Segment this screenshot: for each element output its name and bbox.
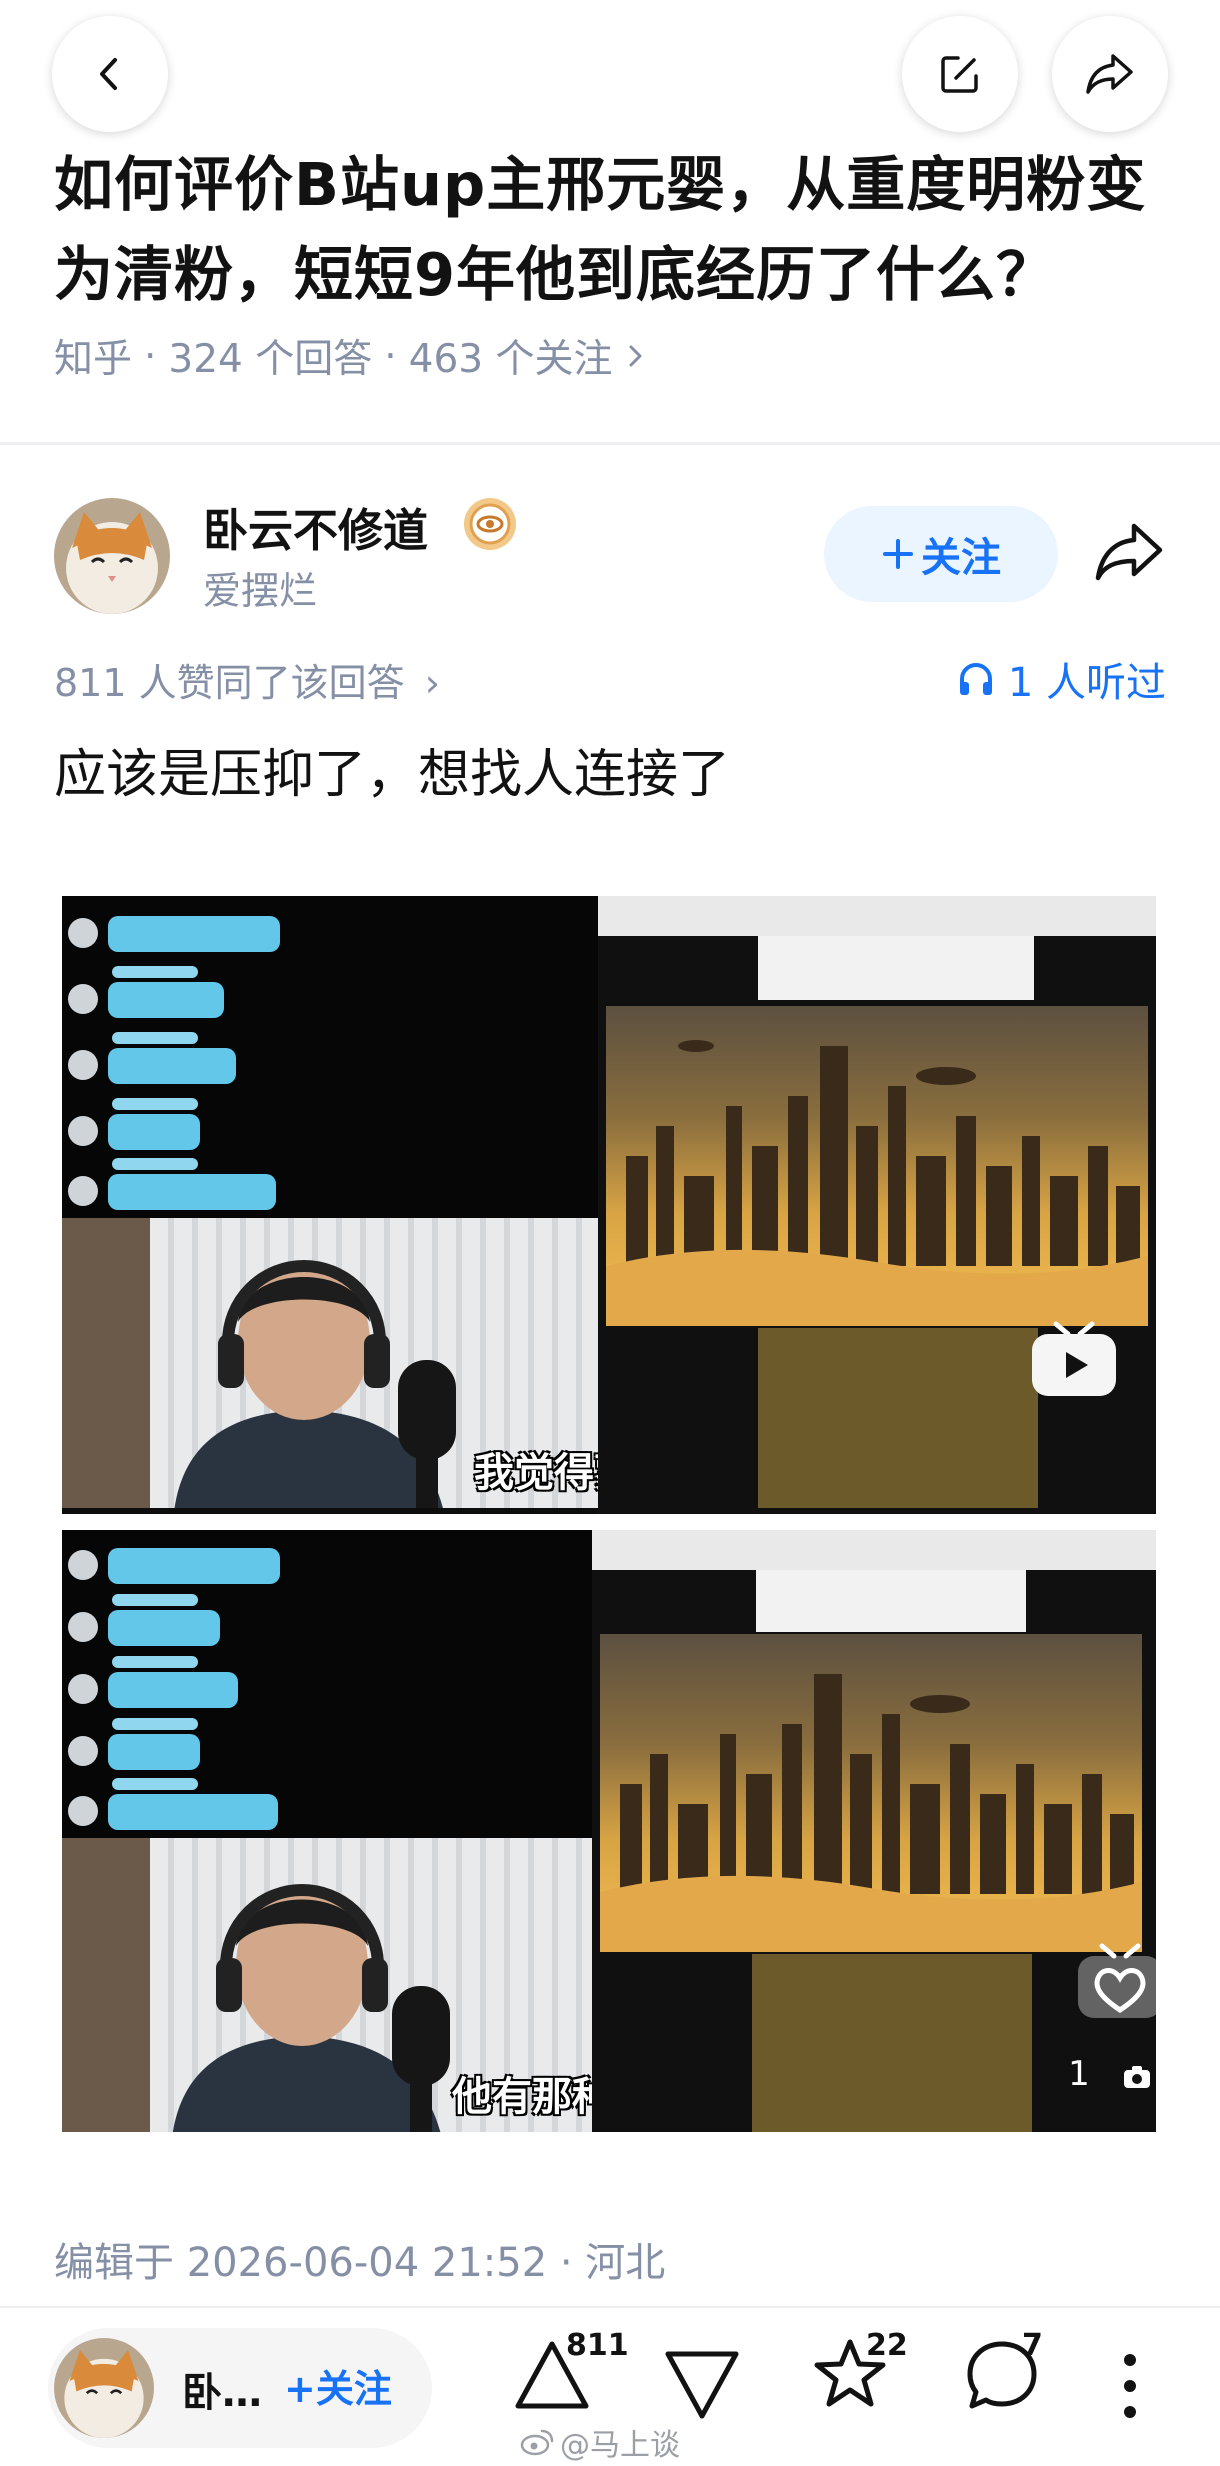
weibo-icon — [520, 2429, 554, 2456]
avatar[interactable] — [54, 498, 170, 614]
likes-summary[interactable]: 811 人赞同了该回答 › — [54, 652, 440, 707]
bottom-author-chip[interactable]: 卧… +关注 — [48, 2328, 432, 2448]
listen-status[interactable]: 1 人听过 — [956, 650, 1166, 708]
image-like-count: 1 — [1068, 2054, 1090, 2094]
section-divider — [0, 442, 1220, 445]
camera-icon[interactable] — [1122, 2064, 1152, 2090]
chevron-right-icon: › — [424, 661, 440, 705]
author-name[interactable]: 卧云不修道 — [203, 494, 428, 559]
city-scene-image — [600, 1634, 1142, 1952]
author-bio: 爱摆烂 — [203, 569, 318, 613]
edit-icon — [941, 56, 978, 93]
likes-text: 811 人赞同了该回答 — [54, 661, 405, 705]
meta-separator: · — [144, 333, 157, 379]
comment-button[interactable]: 7 — [962, 2328, 1043, 2418]
answer-text: 应该是压抑了，想找人连接了 — [54, 745, 731, 805]
bottom-author-name: 卧… — [182, 2370, 262, 2416]
answers-count: 324 个回答 — [168, 337, 373, 382]
plus-icon — [883, 539, 913, 569]
avatar[interactable] — [54, 2338, 154, 2438]
more-button[interactable] — [1110, 2346, 1150, 2430]
webcam-panel: 我觉得蒙曼老师 — [62, 1218, 598, 1508]
source-label: 知乎 — [54, 337, 133, 382]
meta-separator: · — [384, 333, 397, 379]
video-panel — [598, 896, 1156, 1514]
headphones-icon — [959, 663, 992, 695]
bottom-divider — [0, 2306, 1220, 2308]
tv-heart-icon[interactable] — [1072, 1938, 1156, 2024]
bottom-follow-button[interactable]: +关注 — [284, 2358, 392, 2413]
question-meta[interactable]: 知乎 · 324 个回答 · 463 个关注 — [54, 328, 647, 384]
city-scene-image — [606, 1006, 1148, 1326]
video-panel — [592, 1530, 1156, 2132]
bottom-follow-label: 关注 — [315, 2367, 392, 2411]
edit-button[interactable] — [902, 16, 1018, 132]
chat-panel — [62, 896, 598, 1218]
badge-icon — [464, 498, 516, 550]
favorite-button[interactable]: 22 — [810, 2328, 908, 2418]
watermark-text: @马上谈 — [560, 2428, 680, 2463]
more-vertical-icon — [1124, 2354, 1136, 2418]
triangle-down-icon — [665, 2351, 739, 2419]
chevron-left-icon — [100, 58, 117, 90]
video-subtitle: 我觉得蒙曼老师 — [474, 1450, 598, 1496]
comment-count: 7 — [1022, 2328, 1043, 2363]
answer-image-bottom[interactable]: 他有那种知性的美 — [62, 1530, 1156, 2132]
video-subtitle: 他有那种知性的美 — [452, 2074, 592, 2120]
followers-count: 463 个关注 — [408, 337, 613, 382]
back-button[interactable] — [52, 16, 168, 132]
downvote-button[interactable] — [662, 2346, 742, 2430]
follow-label: 关注 — [921, 535, 1001, 581]
favorite-count: 22 — [866, 2328, 908, 2363]
person-image — [174, 1260, 456, 1508]
chat-panel — [62, 1530, 592, 1838]
listen-count: 1 人听过 — [1007, 660, 1166, 706]
chevron-right-icon — [629, 345, 642, 367]
share-icon — [1086, 54, 1133, 94]
play-icon[interactable] — [1026, 1316, 1122, 1402]
upvote-button[interactable]: 811 — [512, 2328, 629, 2418]
share-icon[interactable] — [1092, 518, 1168, 586]
person-image — [173, 1884, 450, 2132]
share-button[interactable] — [1052, 16, 1168, 132]
edit-timestamp: 编辑于 2026-06-04 21:52 · 河北 — [54, 2240, 666, 2286]
answer-image-top[interactable]: 我觉得蒙曼老师 — [62, 896, 1156, 1514]
upvote-count: 811 — [566, 2328, 629, 2363]
watermark: @马上谈 — [520, 2420, 680, 2464]
webcam-panel: 他有那种知性的美 — [62, 1838, 592, 2132]
follow-button[interactable]: 关注 — [824, 506, 1058, 602]
question-title: 如何评价B站up主邢元婴，从重度明粉变为清粉，短短9年他到底经历了什么？ — [54, 150, 1147, 309]
